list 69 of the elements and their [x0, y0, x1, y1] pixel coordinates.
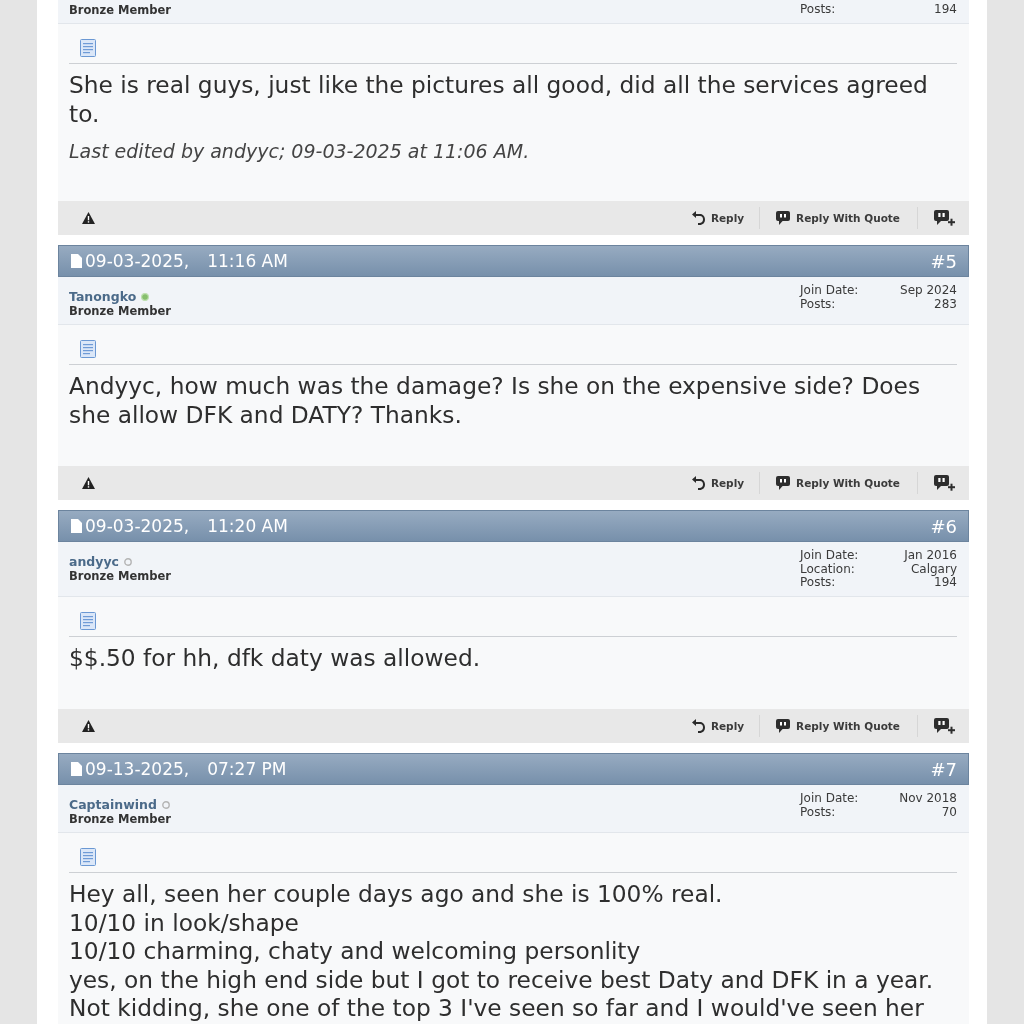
message-text: 10/10 in look/shape — [69, 908, 300, 937]
stat-label: Posts: — [800, 576, 837, 590]
quote-bubble-icon — [776, 719, 791, 733]
report-button[interactable] — [82, 212, 95, 224]
stat-label: Join Date: — [800, 549, 860, 563]
edit-note: Last edited by andyyc; 09-03-2025 at 11:06 AM. — [69, 139, 531, 164]
document-icon — [80, 340, 96, 358]
post-time: 11:20 AM — [207, 516, 288, 536]
stat-value: 283 — [934, 297, 957, 311]
multi-quote-button[interactable] — [934, 475, 955, 491]
quote-plus-icon — [934, 475, 955, 491]
message-text: yes, on the high end side but I got to receive best Daty and DFK in a year. — [69, 965, 935, 994]
quote-plus-icon — [934, 210, 955, 226]
multi-quote-button[interactable] — [934, 210, 955, 226]
user-rank: Bronze Member — [69, 569, 171, 583]
warning-icon — [82, 720, 95, 732]
user-rank: Bronze Member — [69, 304, 171, 318]
user-rank: Bronze Member — [69, 812, 171, 826]
message-text: Andyyc, how much was the damage? Is she on the expensive side? Does she allow DFK and DATY? Thanks. — [69, 372, 922, 429]
post-date: 09-03-2025, — [85, 251, 190, 271]
stat-label: Posts: — [800, 3, 837, 17]
reply-with-quote-button[interactable]: Reply With Quote — [760, 472, 918, 494]
report-button[interactable] — [82, 477, 95, 489]
reply-with-quote-button[interactable]: Reply With Quote — [760, 715, 918, 737]
reply-with-quote-button[interactable]: Reply With Quote — [760, 207, 918, 229]
reply-button[interactable]: Reply — [691, 472, 761, 494]
reply-button[interactable]: Reply — [691, 715, 761, 737]
user-rank: Bronze Member — [69, 3, 171, 17]
warning-icon — [82, 212, 95, 224]
post-date: 09-13-2025, — [85, 759, 190, 779]
reply-icon — [691, 719, 705, 733]
page-icon — [71, 762, 82, 776]
stat-label: Join Date: — [800, 284, 860, 298]
stat-value: Nov 2018 — [899, 792, 957, 806]
stat-label: Location: — [800, 562, 856, 576]
warning-icon — [82, 477, 95, 489]
stat-label: Posts: — [800, 297, 837, 311]
quote-bubble-icon — [776, 476, 791, 490]
reply-icon — [691, 476, 705, 490]
document-icon — [80, 848, 96, 866]
message-text: Not kidding, she one of the top 3 I've seen so far and I would've seen her — [69, 994, 925, 1023]
stat-value: Jan 2016 — [904, 549, 957, 563]
username-link[interactable]: Captainwind — [69, 798, 157, 812]
stat-label: Join Date: — [800, 792, 860, 806]
post-time: 07:27 PM — [207, 759, 287, 779]
stat-value: 194 — [934, 576, 957, 590]
message-text: $$.50 for hh, dfk daty was allowed. — [69, 643, 482, 672]
username-link[interactable]: andyyc — [69, 555, 119, 569]
stat-label: Posts: — [800, 805, 837, 819]
multi-quote-button[interactable] — [934, 718, 955, 734]
reply-button[interactable]: Reply — [691, 207, 761, 229]
quote-plus-icon — [934, 718, 955, 734]
report-button[interactable] — [82, 720, 95, 732]
username-link[interactable]: Tanongko — [69, 290, 137, 304]
document-icon — [80, 611, 96, 630]
message-text: Hey all, seen her couple days ago and she is 100% real. — [69, 880, 724, 909]
stat-value: Sep 2024 — [900, 284, 957, 298]
post-time: 11:16 AM — [207, 251, 288, 271]
page-icon — [71, 519, 82, 533]
stat-value: 194 — [934, 3, 957, 17]
post-date: 09-03-2025, — [85, 516, 190, 536]
stat-value: 70 — [941, 805, 957, 819]
message-text: 10/10 charming, chaty and welcoming personlity — [69, 937, 642, 966]
stat-value: Calgary — [910, 562, 957, 576]
reply-icon — [691, 211, 705, 225]
page-icon — [71, 254, 82, 268]
message-text: She is real guys, just like the pictures all good, did all the services agreed to. — [69, 71, 929, 128]
quote-bubble-icon — [776, 211, 791, 225]
document-icon — [80, 39, 96, 57]
